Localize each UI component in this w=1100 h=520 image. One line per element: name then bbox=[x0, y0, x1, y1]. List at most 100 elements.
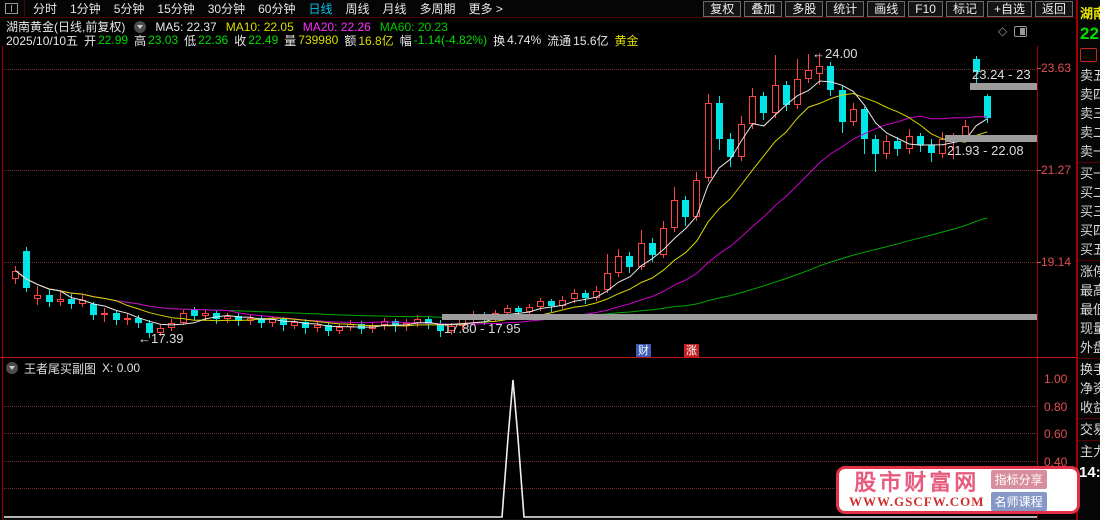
toolbar-button[interactable]: 多股 bbox=[785, 1, 823, 17]
quote-row: 买三 bbox=[1080, 202, 1100, 221]
watermark-url: WWW.GSCFW.COM bbox=[849, 494, 985, 509]
price-zone-label: 21.93 - 22.08 bbox=[947, 143, 1024, 158]
quote-row: 买四 bbox=[1080, 221, 1100, 240]
quote-row: 现量 bbox=[1080, 319, 1100, 338]
toolbar-button[interactable]: +自选 bbox=[987, 1, 1032, 17]
trading-app-window: 分时 1分钟 5分钟 15分钟 30分钟 60分钟日线周线月线多周期更多 > 复权叠加多股… bbox=[0, 0, 1100, 520]
info-segment: 23.03 bbox=[148, 33, 178, 47]
quote-divider bbox=[1078, 260, 1100, 261]
quote-row: 卖四 bbox=[1080, 85, 1100, 104]
quote-divider bbox=[1078, 358, 1100, 359]
split-window-icon[interactable] bbox=[5, 3, 18, 14]
info-segment: 22.99 bbox=[98, 33, 128, 47]
info-segment: 739980 bbox=[298, 33, 338, 47]
quote-row: 卖二 bbox=[1080, 123, 1100, 142]
ma20-line bbox=[16, 116, 988, 324]
toolbar-button[interactable]: 复权 bbox=[703, 1, 741, 17]
quote-row: 最低 bbox=[1080, 300, 1100, 319]
quote-row: 涨停 bbox=[1080, 262, 1100, 281]
tab-1[interactable]: 1分钟 bbox=[70, 0, 101, 17]
toolbar-buttons: 复权叠加多股统计画线F10标记+自选返回 bbox=[703, 1, 1076, 17]
tab-4[interactable]: 30分钟 bbox=[208, 0, 245, 17]
toolbar-button[interactable]: 叠加 bbox=[744, 1, 782, 17]
header-corner-icons: ◇ bbox=[998, 24, 1027, 38]
period-tabs: 分时 1分钟 5分钟 15分钟 30分钟 60分钟日线周线月线多周期更多 > bbox=[33, 0, 503, 17]
tab-10[interactable]: 更多 > bbox=[469, 0, 503, 17]
chart-header-row2: 2025/10/10五开22.99高23.03低22.36收22.49量7399… bbox=[6, 34, 639, 46]
indicator-axis-label: 0.80 bbox=[1044, 400, 1067, 414]
subchart-value: X: 0.00 bbox=[102, 361, 140, 375]
quote-row: 交易 bbox=[1080, 420, 1100, 439]
info-segment: 4.74% bbox=[507, 33, 541, 47]
watermark-title: 股市财富网 bbox=[854, 471, 979, 494]
period-toolbar: 分时 1分钟 5分钟 15分钟 30分钟 60分钟日线周线月线多周期更多 > 复权叠加多股… bbox=[0, 0, 1076, 18]
subchart-title: 王者尾买副图 bbox=[24, 360, 96, 377]
panel-divider[interactable] bbox=[0, 357, 1076, 358]
quote-trade-button[interactable] bbox=[1080, 48, 1097, 62]
marker-badge[interactable]: 财 bbox=[636, 344, 651, 357]
quote-price: 22 bbox=[1080, 24, 1100, 44]
panel-toggle-icon[interactable] bbox=[1014, 26, 1027, 37]
tab-0[interactable]: 分时 bbox=[33, 0, 57, 17]
quote-divider bbox=[1078, 440, 1100, 441]
toolbar-divider bbox=[24, 1, 25, 17]
quote-row: 买五 bbox=[1080, 240, 1100, 259]
quote-rows: 卖五卖四卖三卖二卖一买一买二买三买四买五涨停最高最低现量外盘换手净资收益交易主力… bbox=[1078, 66, 1100, 481]
tab-8[interactable]: 月线 bbox=[383, 0, 407, 17]
watermark-badge-course: 名师课程 bbox=[991, 492, 1047, 511]
tab-3[interactable]: 15分钟 bbox=[157, 0, 194, 17]
toolbar-button[interactable]: 返回 bbox=[1035, 1, 1073, 17]
quote-row: 主力 bbox=[1080, 442, 1100, 461]
watermark-badge-share: 指标分享 bbox=[991, 470, 1047, 489]
axis-tick bbox=[1037, 170, 1041, 171]
toolbar-button[interactable]: 统计 bbox=[826, 1, 864, 17]
quote-time: 14:5 bbox=[1079, 464, 1100, 481]
price-zone-bar bbox=[442, 314, 1037, 321]
indicator-axis-label: 1.00 bbox=[1044, 372, 1067, 386]
quote-row: 净资 bbox=[1080, 379, 1100, 398]
subchart-header: 王者尾买副图 X: 0.00 bbox=[6, 361, 140, 375]
quote-panel[interactable]: 湖南 22 卖五卖四卖三卖二卖一买一买二买三买四买五涨停最高最低现量外盘换手净资… bbox=[1076, 0, 1100, 520]
tab-7[interactable]: 周线 bbox=[345, 0, 369, 17]
toolbar-button[interactable]: F10 bbox=[908, 1, 943, 17]
price-annotation: ←24.00 bbox=[812, 46, 858, 61]
quote-row: 卖五 bbox=[1080, 66, 1100, 85]
axis-tick bbox=[1037, 68, 1041, 69]
quote-row: 外盘 bbox=[1080, 338, 1100, 357]
candlestick-chart[interactable]: 23.24 - 23 21.93 - 22.08 17.80 - 17.95 ←24.… bbox=[4, 46, 1037, 357]
quote-row: 收益 bbox=[1080, 398, 1100, 417]
marker-badge[interactable]: 涨 bbox=[684, 344, 699, 357]
quote-row: 换手 bbox=[1080, 360, 1100, 379]
quote-row: 最高 bbox=[1080, 281, 1100, 300]
price-zone-bar bbox=[970, 83, 1037, 91]
price-axis-label: 21.27 bbox=[1041, 163, 1071, 177]
diamond-icon[interactable]: ◇ bbox=[998, 24, 1007, 38]
price-zone-label: 23.24 - 23 bbox=[972, 67, 1031, 82]
toolbar-button[interactable]: 画线 bbox=[867, 1, 905, 17]
tab-9[interactable]: 多周期 bbox=[420, 0, 456, 17]
quote-divider bbox=[1078, 162, 1100, 163]
axis-tick bbox=[1037, 262, 1041, 263]
price-annotation: ←17.39 bbox=[138, 331, 184, 346]
info-segment: 22.36 bbox=[198, 33, 228, 47]
info-segment: -1.14(-4.82%) bbox=[414, 33, 487, 47]
info-segment: 22.49 bbox=[248, 33, 278, 47]
quote-stock-name: 湖南 bbox=[1080, 3, 1100, 22]
chart-left-border bbox=[2, 46, 3, 519]
quote-row: 卖三 bbox=[1080, 104, 1100, 123]
tab-6[interactable]: 日线 bbox=[308, 0, 332, 17]
subchart-chevron-icon[interactable] bbox=[6, 362, 18, 374]
tab-2[interactable]: 5分钟 bbox=[114, 0, 145, 17]
chart-right-border bbox=[1037, 46, 1038, 519]
ma10-line bbox=[16, 94, 988, 326]
price-axis-label: 23.63 bbox=[1041, 61, 1071, 75]
ma5-line bbox=[16, 81, 988, 327]
watermark-box: 股市财富网 WWW.GSCFW.COM 指标分享 名师课程 bbox=[836, 466, 1080, 514]
price-axis-label: 19.14 bbox=[1041, 255, 1071, 269]
quote-divider bbox=[1078, 418, 1100, 419]
quote-row: 买二 bbox=[1080, 183, 1100, 202]
quote-row: 买一 bbox=[1080, 164, 1100, 183]
toolbar-button[interactable]: 标记 bbox=[946, 1, 984, 17]
price-zone-label: 17.80 - 17.95 bbox=[444, 321, 521, 336]
tab-5[interactable]: 60分钟 bbox=[258, 0, 295, 17]
